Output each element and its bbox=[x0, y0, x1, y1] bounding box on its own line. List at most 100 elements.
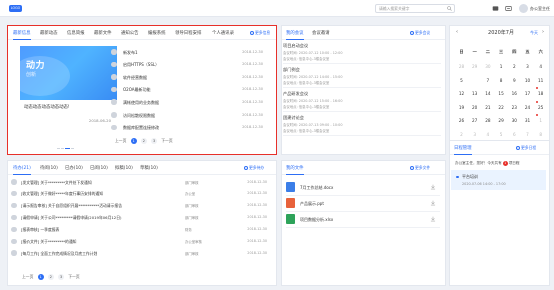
calendar-day[interactable]: 2 bbox=[455, 132, 468, 137]
calendar-day[interactable]: 1 bbox=[534, 118, 547, 123]
calendar-day[interactable]: 30 bbox=[508, 118, 521, 123]
calendar-day[interactable]: 22 bbox=[495, 105, 508, 110]
calendar-day[interactable]: 7 bbox=[481, 78, 494, 83]
files-title[interactable]: 我的文件 bbox=[286, 165, 304, 175]
download-icon[interactable] bbox=[430, 200, 436, 206]
meeting-item[interactable]: 项目启动会议 会议时间: 2020-07-12 10:00 - 12:00 会议地点… bbox=[283, 43, 443, 61]
settings-icon[interactable] bbox=[505, 5, 512, 12]
weekday-label: 六 bbox=[538, 49, 543, 54]
calendar-day[interactable]: 6 bbox=[468, 76, 481, 83]
calendar-day[interactable]: 14 bbox=[481, 91, 494, 96]
tab-to-read[interactable]: 待阅(10) bbox=[40, 165, 58, 171]
calendar-day[interactable]: 2 bbox=[508, 64, 521, 69]
schedule-item[interactable]: 平台培训 2020-07-06 14:00 - 17:00 bbox=[451, 170, 546, 190]
calendar-day[interactable]: 29 bbox=[495, 118, 508, 123]
more-meetings-button[interactable]: 更多会议 bbox=[410, 30, 430, 36]
calendar-day[interactable]: 25 bbox=[534, 105, 547, 110]
calendar-day[interactable]: 8 bbox=[495, 78, 508, 83]
todo-title: [每月工作] 全面工作完成情况及月底工作计划 bbox=[21, 250, 98, 256]
tab-done[interactable]: 已办(10) bbox=[65, 165, 83, 171]
calendar-day[interactable]: 3 bbox=[521, 64, 534, 69]
calendar-day[interactable]: 28 bbox=[481, 118, 494, 123]
table-row[interactable]: [报价文件] 关于*********的通知 办公室审核 2018-12-30 bbox=[11, 237, 267, 247]
calendar-day[interactable]: 18 bbox=[534, 91, 547, 96]
meeting-item[interactable]: 产品研发会议 会议时间: 2020-07-12 15:00 - 16:00 会议地点… bbox=[283, 91, 443, 109]
calendar-week: 28 29 30 1 2 3 4 bbox=[455, 64, 547, 75]
search-input[interactable]: 请输入搜索关键字 bbox=[375, 4, 455, 13]
calendar-day[interactable]: 6 bbox=[508, 132, 521, 137]
meeting-item[interactable]: 部门例会 会议时间: 2020-07-12 14:00 - 15:00 会议地点: … bbox=[283, 67, 443, 85]
ppt-file-icon bbox=[286, 198, 295, 208]
search-placeholder: 请输入搜索关键字 bbox=[379, 6, 410, 11]
calendar-day[interactable]: 7 bbox=[521, 132, 534, 137]
calendar-day[interactable]: 11 bbox=[534, 78, 547, 83]
todo-title: [请示报告审核] 关于自愿组织开展***********活动请示报告 bbox=[21, 203, 122, 209]
more-schedule-button[interactable]: 更多日程 bbox=[516, 145, 536, 151]
calendar-day[interactable]: 17 bbox=[521, 91, 534, 96]
more-files-button[interactable]: 更多文件 bbox=[410, 165, 430, 171]
more-todo-button[interactable]: 更多待办 bbox=[244, 165, 264, 171]
file-item[interactable]: 7月工作总结.docx bbox=[286, 180, 440, 194]
file-item[interactable]: 产品展示.ppt bbox=[286, 196, 440, 210]
meeting-title: 部门例会 bbox=[283, 67, 300, 72]
calendar-day[interactable]: 28 bbox=[455, 64, 468, 69]
calendar-day[interactable]: 26 bbox=[455, 118, 468, 123]
file-item[interactable]: 项目数据分析.xlsx bbox=[286, 212, 440, 226]
schedule-title[interactable]: 日程管理 bbox=[454, 145, 472, 155]
avatar[interactable] bbox=[519, 4, 528, 13]
calendar-day[interactable]: 30 bbox=[481, 64, 494, 69]
calendar-day[interactable]: 4 bbox=[534, 64, 547, 69]
prev-page-button[interactable]: 上一页 bbox=[22, 274, 33, 280]
file-name: 7月工作总结.docx bbox=[300, 185, 334, 190]
calendar-day[interactable]: 16 bbox=[508, 91, 521, 96]
schedule-dot-icon bbox=[456, 175, 459, 178]
calendar-day[interactable]: 5 bbox=[495, 132, 508, 137]
tab-my-meetings[interactable]: 我的会议 bbox=[286, 30, 304, 40]
page-button-2[interactable]: 2 bbox=[47, 274, 54, 280]
table-row[interactable]: [每月工作] 全面工作完成情况及月底工作计划 部门审核 2018-12-30 bbox=[11, 248, 267, 258]
page-button-1[interactable]: 1 bbox=[37, 274, 44, 280]
calendar-day[interactable]: 15 bbox=[495, 91, 508, 96]
calendar-day[interactable]: 27 bbox=[468, 118, 481, 123]
table-row[interactable]: [请示报告审核] 关于自愿组织开展***********活动请示报告 部门审核 20… bbox=[11, 201, 267, 211]
message-icon[interactable] bbox=[492, 5, 499, 12]
user-name[interactable]: 办公室主任 bbox=[530, 6, 550, 12]
tab-todo[interactable]: 待办(21) bbox=[13, 165, 31, 175]
calendar-day[interactable]: 5 bbox=[455, 78, 468, 83]
tab-read[interactable]: 已阅(10) bbox=[90, 165, 108, 171]
tab-drafting[interactable]: 拟稿(10) bbox=[115, 165, 133, 171]
download-icon[interactable] bbox=[430, 216, 436, 222]
calendar-day[interactable]: 19 bbox=[455, 105, 468, 110]
tab-meeting-invites[interactable]: 会议邀请 bbox=[312, 30, 330, 36]
table-row[interactable]: [收文管理] 关于做好*****年度行事历安排的通知 办公室 2018-12-30 bbox=[11, 189, 267, 199]
next-page-button[interactable]: 下一页 bbox=[68, 274, 79, 280]
today-button[interactable]: 今天 bbox=[530, 30, 538, 36]
calendar-day[interactable]: 8 bbox=[534, 132, 547, 137]
app-logo[interactable]: LOGO bbox=[9, 5, 22, 12]
calendar-day[interactable]: 31 bbox=[521, 118, 534, 123]
calendar-day[interactable]: 29 bbox=[468, 64, 481, 69]
calendar-day[interactable]: 23 bbox=[508, 105, 521, 110]
search-icon[interactable] bbox=[447, 6, 452, 11]
calendar-day[interactable]: 24 bbox=[521, 105, 534, 110]
calendar-day[interactable]: 12 bbox=[455, 91, 468, 96]
table-row[interactable]: [报表审核] 一季度报表 财务 2018-12-30 bbox=[11, 225, 267, 235]
calendar-day[interactable]: 20 bbox=[468, 105, 481, 110]
meeting-item[interactable]: 团建讨论会 会议时间: 2020-07-13 09:00 - 10:00 会议地点:… bbox=[283, 115, 443, 133]
calendar-day[interactable]: 3 bbox=[468, 132, 481, 137]
calendar-day[interactable]: 13 bbox=[468, 91, 481, 96]
download-icon[interactable] bbox=[430, 184, 436, 190]
todo-dept: 部门审核 bbox=[185, 204, 199, 209]
calendar-day[interactable]: 10 bbox=[521, 78, 534, 83]
calendar-day[interactable]: 9 bbox=[508, 78, 521, 83]
tab-drafts[interactable]: 草稿(10) bbox=[140, 165, 158, 171]
table-row[interactable]: [发文管理] 关于*********文件处下发通知 部门审核 2018-12-30 bbox=[11, 177, 267, 187]
calendar-day[interactable]: 1 bbox=[495, 64, 508, 69]
next-month-icon[interactable]: › bbox=[542, 29, 544, 35]
page-button-3[interactable]: 3 bbox=[58, 274, 65, 280]
calendar-week: 12 13 14 15 16 17 18 bbox=[455, 91, 547, 102]
table-row[interactable]: [请假申请] 关于公司*********请假申请(2019年06月12日) 部门审… bbox=[11, 213, 267, 223]
calendar-day[interactable]: 4 bbox=[481, 132, 494, 137]
calendar-day[interactable]: 21 bbox=[481, 105, 494, 110]
meeting-room: 会议地点: 信息中心-3楼会议室 bbox=[283, 57, 330, 61]
